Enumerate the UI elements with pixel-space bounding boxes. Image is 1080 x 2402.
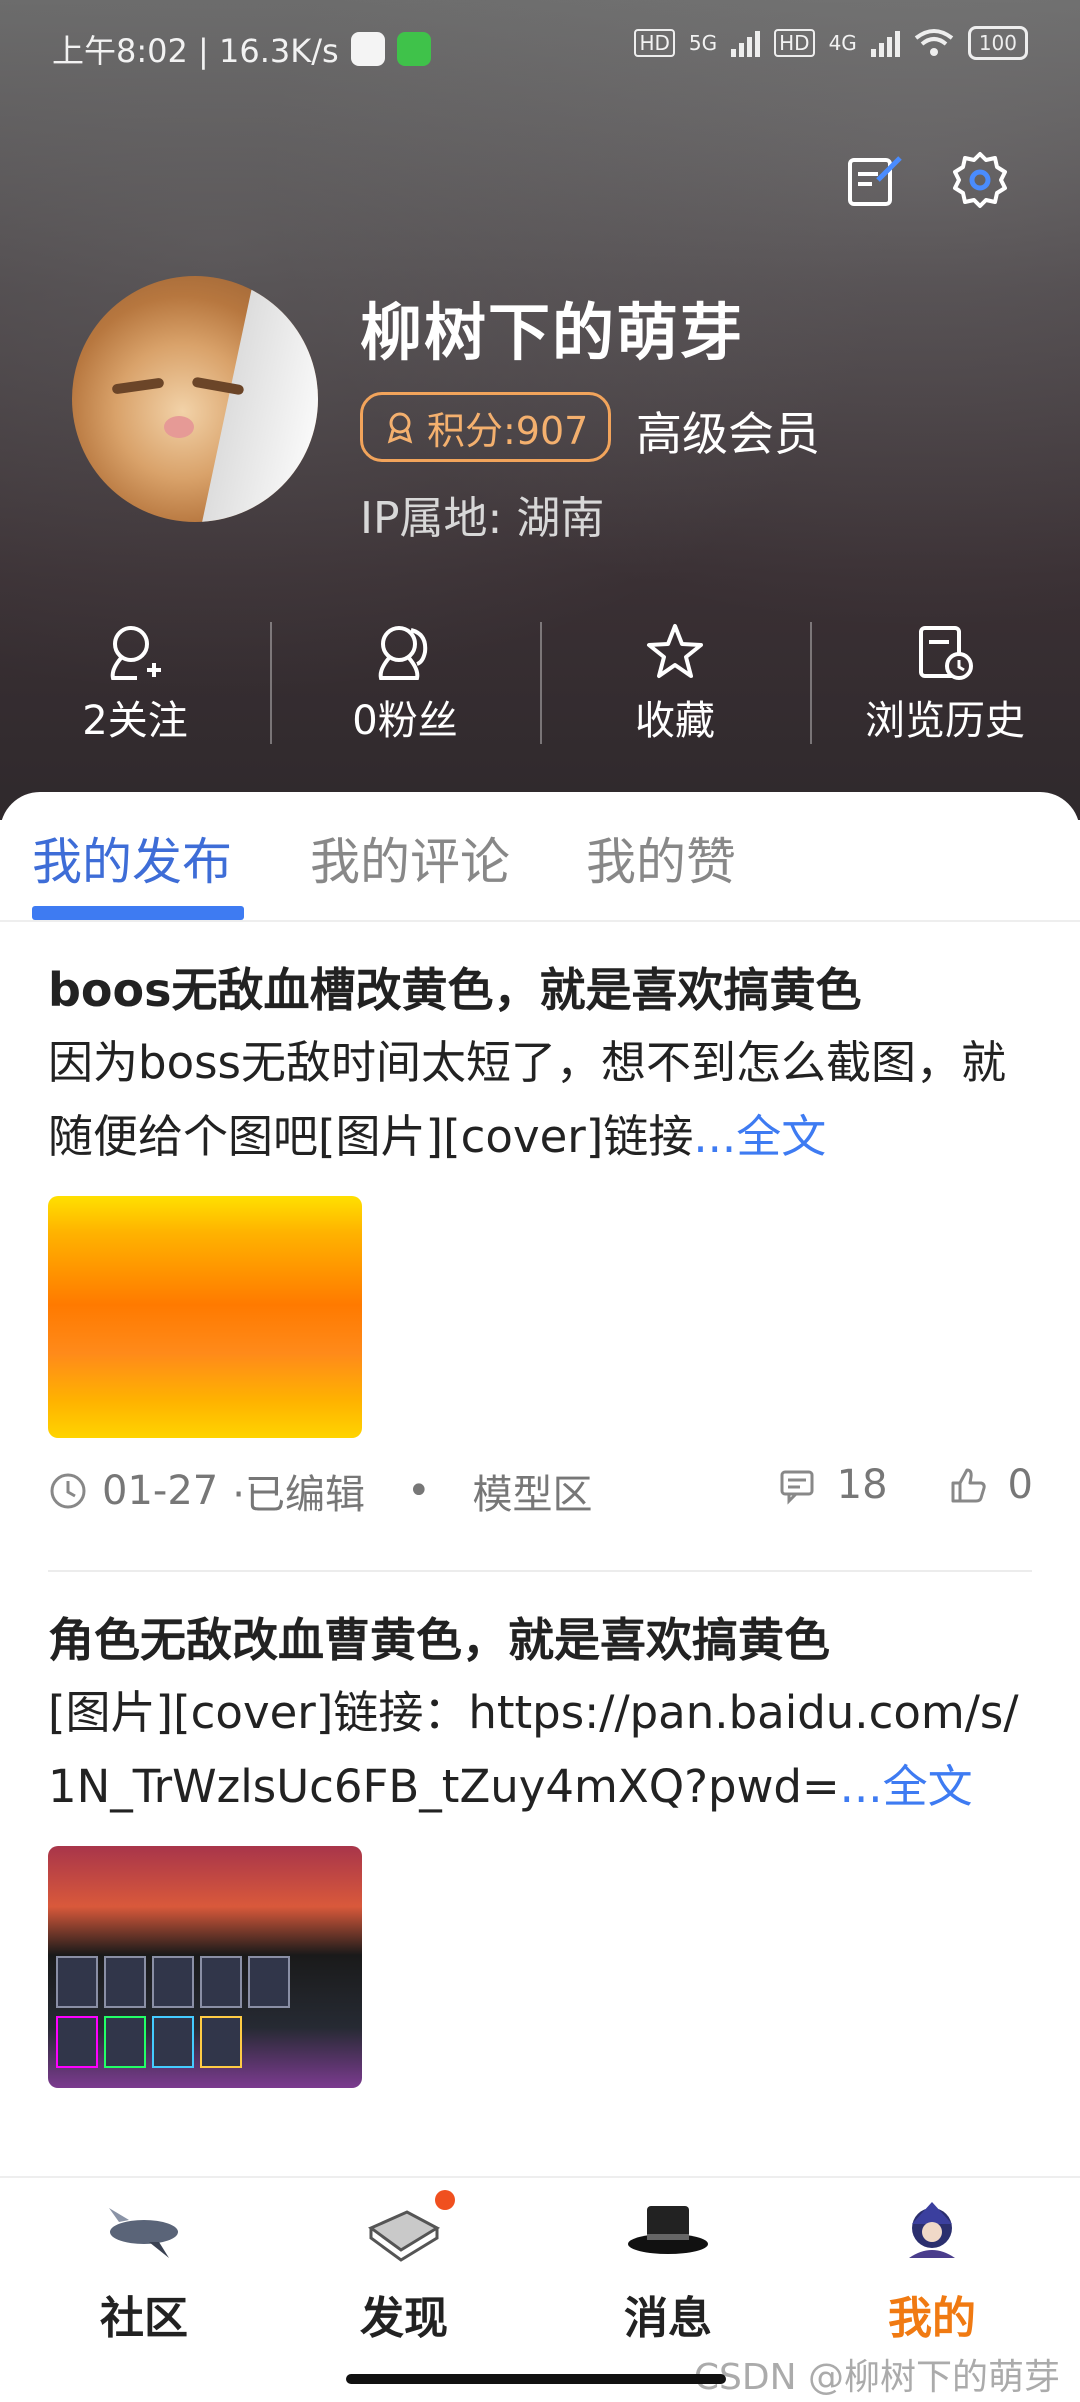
like-count: 0 [1007,1462,1033,1508]
stat-fans[interactable]: 0粉丝 [270,620,540,750]
post-card[interactable]: boos无敌血槽改黄色，就是喜欢搞黄色 因为boss无敌时间太短了，想不到怎么截… [48,960,1033,1532]
stat-fans-label: 0粉丝 [352,698,458,744]
meta-dot: • [406,1468,431,1514]
history-icon [919,626,973,680]
read-more-link[interactable]: ...全文 [693,1110,826,1163]
stat-history-label: 浏览历史 [865,698,1025,744]
network-type-2: 4G [828,31,857,55]
post-body: 因为boss无敌时间太短了，想不到怎么截图，就随便给个图吧[图片][cover]… [48,1026,1033,1174]
nav-discover-label: 发现 [360,2293,448,2344]
post-title: 角色无敌改血曹黄色，就是喜欢搞黄色 [48,1613,830,1667]
post-image[interactable] [48,1846,362,2088]
wechat-notification-icon [396,32,431,66]
tab-my-likes[interactable]: 我的赞 [586,822,736,894]
watermark: CSDN @柳树下的萌芽 [693,2357,1060,2398]
post-category[interactable]: 模型区 [473,1462,593,1520]
signal-icon [731,29,761,57]
tab-underline [32,906,244,920]
airship-icon [99,2198,189,2268]
star-icon [647,624,703,678]
tabs: 我的发布 我的评论 我的赞 [0,792,1080,922]
post-body-text: 因为boss无敌时间太短了，想不到怎么截图，就随便给个图吧[图片][cover]… [48,1036,1006,1163]
stat-history[interactable]: 浏览历史 [810,620,1080,750]
battery-icon: 100 [967,26,1028,60]
nav-mine-label: 我的 [888,2293,976,2344]
nav-messages-label: 消息 [624,2293,712,2344]
book-icon [359,2190,455,2268]
top-hat-icon [623,2198,713,2268]
member-level: 高级会员 [636,407,820,461]
post-divider [48,1570,1032,1572]
hd-icon: HD [634,29,675,57]
tab-my-posts[interactable]: 我的发布 [32,822,232,894]
score-badge[interactable]: 积分:907 [360,392,612,462]
tab-my-comments[interactable]: 我的评论 [310,822,510,894]
users-icon [378,626,428,680]
comment-count: 18 [836,1462,888,1508]
post-body: [图片][cover]链接：https://pan.baidu.com/s/1N… [48,1676,1033,1824]
settings-gear-icon[interactable] [950,150,1010,210]
signal-icon-2 [870,29,900,57]
post-date: 01-27 [102,1468,219,1514]
nav-messages[interactable]: 消息 [578,2198,758,2346]
status-time: 上午8:02 | 16.3K/s [52,32,339,70]
app-notification-icon [350,32,385,66]
username: 柳树下的萌芽 [360,296,745,369]
nav-mine[interactable]: 我的 [842,2198,1022,2346]
post-image[interactable] [48,1196,362,1438]
stat-following-label: 2关注 [82,698,188,744]
comment-icon [780,1470,814,1505]
score-text: 积分:907 [427,408,589,453]
stat-following[interactable]: 2关注 [0,620,270,750]
user-add-icon [110,626,161,680]
nav-community[interactable]: 社区 [54,2198,234,2346]
avatar[interactable] [72,276,318,522]
character-avatar-icon [887,2198,977,2268]
nav-community-label: 社区 [100,2293,188,2344]
stat-favorites[interactable]: 收藏 [540,620,810,750]
post-meta: 01-27 ·已编辑 • 模型区 18 0 [48,1462,1033,1532]
read-more-link[interactable]: ...全文 [840,1760,973,1813]
home-indicator[interactable] [346,2374,726,2384]
clock-icon [50,1473,86,1509]
post-title: boos无敌血槽改黄色，就是喜欢搞黄色 [48,963,862,1017]
status-bar: 上午8:02 | 16.3K/s HD 5G HD 4G 100 [52,26,1028,72]
content-panel: 我的发布 我的评论 我的赞 boos无敌血槽改黄色，就是喜欢搞黄色 因为boss… [0,792,1080,2176]
hd-icon-2: HD [774,29,815,57]
network-type-1: 5G [688,31,718,55]
notification-dot [435,2190,455,2210]
like-icon[interactable] [948,1465,988,1505]
medal-icon [387,412,413,444]
nav-discover[interactable]: 发现 [314,2190,494,2346]
edit-icon[interactable] [844,150,904,210]
wifi-icon [914,29,954,56]
ip-location: IP属地: 湖南 [360,493,605,544]
stat-favorites-label: 收藏 [635,698,715,744]
stats-row: 2关注 0粉丝 收藏 浏览历史 [0,620,1080,750]
post-card[interactable]: 角色无敌改血曹黄色，就是喜欢搞黄色 [图片][cover]链接：https://… [48,1610,1033,2088]
post-edited: ·已编辑 [232,1472,365,1518]
profile-header: 上午8:02 | 16.3K/s HD 5G HD 4G 100 柳树下的萌芽 … [0,0,1080,820]
